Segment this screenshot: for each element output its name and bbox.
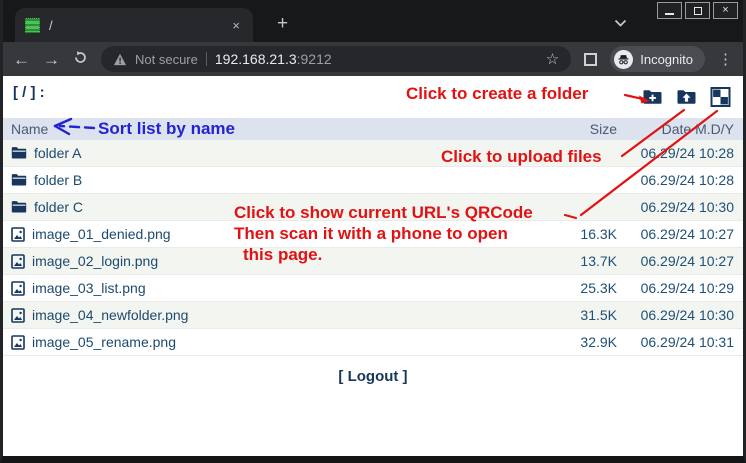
file-size: 25.3K <box>543 280 617 296</box>
file-size: 16.3K <box>543 226 617 242</box>
upload-files-icon[interactable] <box>676 87 697 107</box>
file-row-folder[interactable]: folder A 06.29/24 10:28 <box>3 140 743 167</box>
close-button[interactable]: × <box>713 2 738 19</box>
browser-tab[interactable]: / × <box>15 8 253 42</box>
omnibox-divider <box>206 52 207 66</box>
file-date: 06.29/24 10:29 <box>617 280 743 296</box>
incognito-badge: Incognito <box>610 46 705 72</box>
logout-link[interactable]: [ Logout ] <box>3 368 743 385</box>
file-date: 06.29/24 10:30 <box>617 307 743 323</box>
bookmark-star-icon[interactable]: ☆ <box>546 50 559 68</box>
folder-icon <box>11 146 27 160</box>
maximize-button[interactable] <box>685 2 710 19</box>
file-table: Name Size Date M.D/Y folder A 06.29/24 1… <box>3 118 743 356</box>
address-bar[interactable]: Not secure 192.168.21.3:9212 ☆ <box>101 46 571 72</box>
image-file-icon <box>11 335 25 350</box>
file-name[interactable]: image_05_rename.png <box>32 334 176 350</box>
forward-button[interactable]: → <box>43 51 60 68</box>
minimize-icon <box>665 13 674 15</box>
file-server-page: [ / ] : Name Size Date M.D/Y <box>3 76 743 456</box>
table-body: folder A 06.29/24 10:28 folder B 06.29/2… <box>3 140 743 356</box>
folder-icon <box>11 173 27 187</box>
annotation-create-folder: Click to create a folder <box>406 84 588 104</box>
folder-icon <box>11 200 27 214</box>
file-row-folder[interactable]: folder C 06.29/24 10:30 <box>3 194 743 221</box>
file-date: 06.29/24 10:28 <box>617 172 743 188</box>
file-row-image[interactable]: image_05_rename.png 32.9K 06.29/24 10:31 <box>3 329 743 356</box>
date-header: Date M.D/Y <box>617 121 743 137</box>
titlebar: / × + × <box>3 0 743 42</box>
close-icon: × <box>722 5 728 16</box>
file-name[interactable]: image_01_denied.png <box>32 226 171 242</box>
maximize-icon <box>694 7 702 15</box>
file-name[interactable]: folder C <box>34 199 83 215</box>
tab-close-icon[interactable]: × <box>229 17 243 34</box>
qrcode-icon[interactable] <box>710 87 731 107</box>
file-name[interactable]: image_02_login.png <box>32 253 158 269</box>
url-port: :9212 <box>297 51 332 67</box>
file-row-folder[interactable]: folder B 06.29/24 10:28 <box>3 167 743 194</box>
tab-title: / <box>49 18 220 33</box>
image-file-icon <box>11 227 25 242</box>
file-size: 31.5K <box>543 307 617 323</box>
server-favicon-icon <box>25 18 40 33</box>
file-date: 06.29/24 10:31 <box>617 334 743 350</box>
tab-search-chevron-icon[interactable] <box>614 14 627 32</box>
browser-menu-icon[interactable]: ⋮ <box>718 50 733 68</box>
incognito-label: Incognito <box>640 52 693 67</box>
browser-window: / × + × ← → Not secure 192.168.21.3:9212… <box>0 0 746 463</box>
table-header-row: Name Size Date M.D/Y <box>3 118 743 140</box>
window-controls: × <box>657 2 738 19</box>
url-host: 192.168.21.3 <box>215 51 297 67</box>
file-date: 06.29/24 10:28 <box>617 145 743 161</box>
side-panel-icon[interactable] <box>584 53 597 66</box>
file-size: 32.9K <box>543 334 617 350</box>
file-row-image[interactable]: image_02_login.png 13.7K 06.29/24 10:27 <box>3 248 743 275</box>
file-name[interactable]: image_03_list.png <box>32 280 146 296</box>
create-folder-icon[interactable] <box>642 87 663 107</box>
file-name[interactable]: image_04_newfolder.png <box>32 307 188 323</box>
image-file-icon <box>11 281 25 296</box>
file-date: 06.29/24 10:30 <box>617 199 743 215</box>
refresh-button[interactable] <box>73 50 88 68</box>
file-date: 06.29/24 10:27 <box>617 253 743 269</box>
not-secure-label: Not secure <box>135 52 198 67</box>
image-file-icon <box>11 308 25 323</box>
image-file-icon <box>11 254 25 269</box>
page-action-icons <box>642 87 731 107</box>
back-button[interactable]: ← <box>13 51 30 68</box>
file-row-image[interactable]: image_03_list.png 25.3K 06.29/24 10:29 <box>3 275 743 302</box>
file-name[interactable]: folder B <box>34 172 82 188</box>
breadcrumb[interactable]: [ / ] : <box>13 84 45 101</box>
browser-toolbar: ← → Not secure 192.168.21.3:9212 ☆ Incog… <box>3 42 743 76</box>
incognito-icon <box>614 50 633 69</box>
minimize-button[interactable] <box>657 2 682 19</box>
file-size: 13.7K <box>543 253 617 269</box>
file-name[interactable]: folder A <box>34 145 81 161</box>
file-row-image[interactable]: image_01_denied.png 16.3K 06.29/24 10:27 <box>3 221 743 248</box>
file-row-image[interactable]: image_04_newfolder.png 31.5K 06.29/24 10… <box>3 302 743 329</box>
not-secure-warning-icon <box>113 53 127 66</box>
sort-by-name-header[interactable]: Name <box>3 121 543 137</box>
size-header: Size <box>543 121 617 137</box>
new-tab-button[interactable]: + <box>271 12 294 35</box>
file-date: 06.29/24 10:27 <box>617 226 743 242</box>
